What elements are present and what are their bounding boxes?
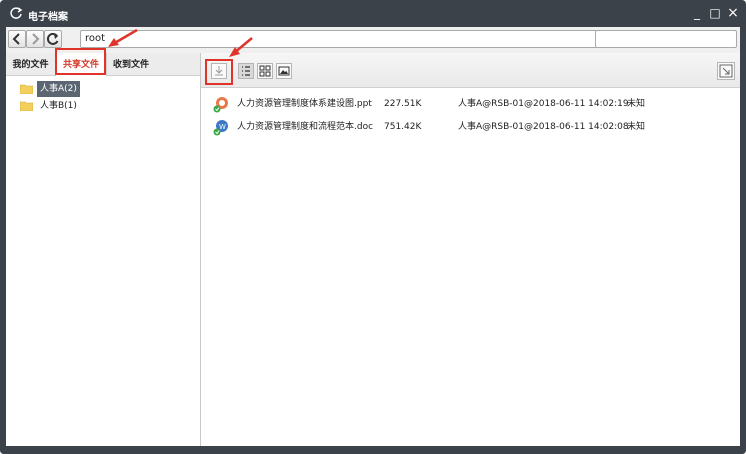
- download-icon: [215, 66, 223, 76]
- app-window: 电子档案 _ □ × root 我的文件 共享文件 收到文件 人事A(2) 人事…: [0, 0, 746, 454]
- file-status: 未知: [627, 99, 646, 109]
- close-button[interactable]: ×: [726, 5, 740, 21]
- status-bar: [0, 446, 746, 454]
- toolbar: [201, 53, 740, 88]
- refresh-icon: [10, 7, 23, 19]
- search-input[interactable]: [595, 30, 737, 48]
- refresh-button[interactable]: [44, 30, 62, 48]
- right-panel: 人力资源管理制度体系建设图.ppt 227.51K 人事A@RSB-01@201…: [201, 53, 740, 446]
- title-bar: 电子档案 _ □ ×: [0, 0, 746, 27]
- refresh-icon: [46, 32, 59, 45]
- image-view-button[interactable]: [276, 63, 292, 79]
- file-size: 751.42K: [384, 122, 422, 132]
- folder-icon: [20, 84, 33, 94]
- tab-my-files[interactable]: 我的文件: [6, 53, 55, 75]
- download-button[interactable]: [211, 63, 227, 79]
- grid-view-button[interactable]: [257, 63, 273, 79]
- file-size: 227.51K: [384, 99, 422, 109]
- list-view-icon: [242, 66, 250, 76]
- forward-button[interactable]: [26, 30, 44, 48]
- folder-icon: [20, 101, 33, 111]
- file-owner: 人事A@RSB-01@2018-06-11 14:02:08: [458, 122, 629, 132]
- tab-shared-files[interactable]: 共享文件: [55, 53, 107, 76]
- tab-received-files[interactable]: 收到文件: [106, 53, 156, 75]
- tree-item-label: 人事B(1): [40, 101, 77, 111]
- file-status: 未知: [627, 122, 646, 132]
- window-title: 电子档案: [28, 12, 68, 23]
- image-view-icon: [278, 66, 290, 76]
- tree-item-label: 人事A(2): [37, 81, 80, 97]
- doc-file-icon: W: [213, 120, 228, 136]
- svg-text:W: W: [219, 123, 226, 131]
- maximize-button[interactable]: □: [708, 5, 722, 21]
- minimize-button[interactable]: _: [690, 5, 704, 21]
- file-name: 人力资源管理制度和流程范本.doc: [237, 122, 374, 132]
- address-input[interactable]: root: [80, 30, 598, 48]
- tab-bar: 我的文件 共享文件 收到文件: [6, 53, 200, 76]
- file-owner: 人事A@RSB-01@2018-06-11 14:02:19: [458, 99, 629, 109]
- list-view-button[interactable]: [238, 63, 254, 79]
- file-name: 人力资源管理制度体系建设图.ppt: [237, 99, 372, 109]
- grid-view-icon: [259, 65, 271, 77]
- ppt-file-icon: [213, 97, 228, 113]
- chevron-right-icon: [32, 33, 40, 45]
- export-button[interactable]: [717, 62, 735, 80]
- main-content: root 我的文件 共享文件 收到文件 人事A(2) 人事B(1) 人力资源管理…: [6, 27, 740, 446]
- export-icon: [719, 64, 733, 78]
- back-button[interactable]: [8, 30, 26, 48]
- chevron-left-icon: [12, 33, 20, 45]
- left-panel: 我的文件 共享文件 收到文件 人事A(2) 人事B(1): [6, 48, 201, 446]
